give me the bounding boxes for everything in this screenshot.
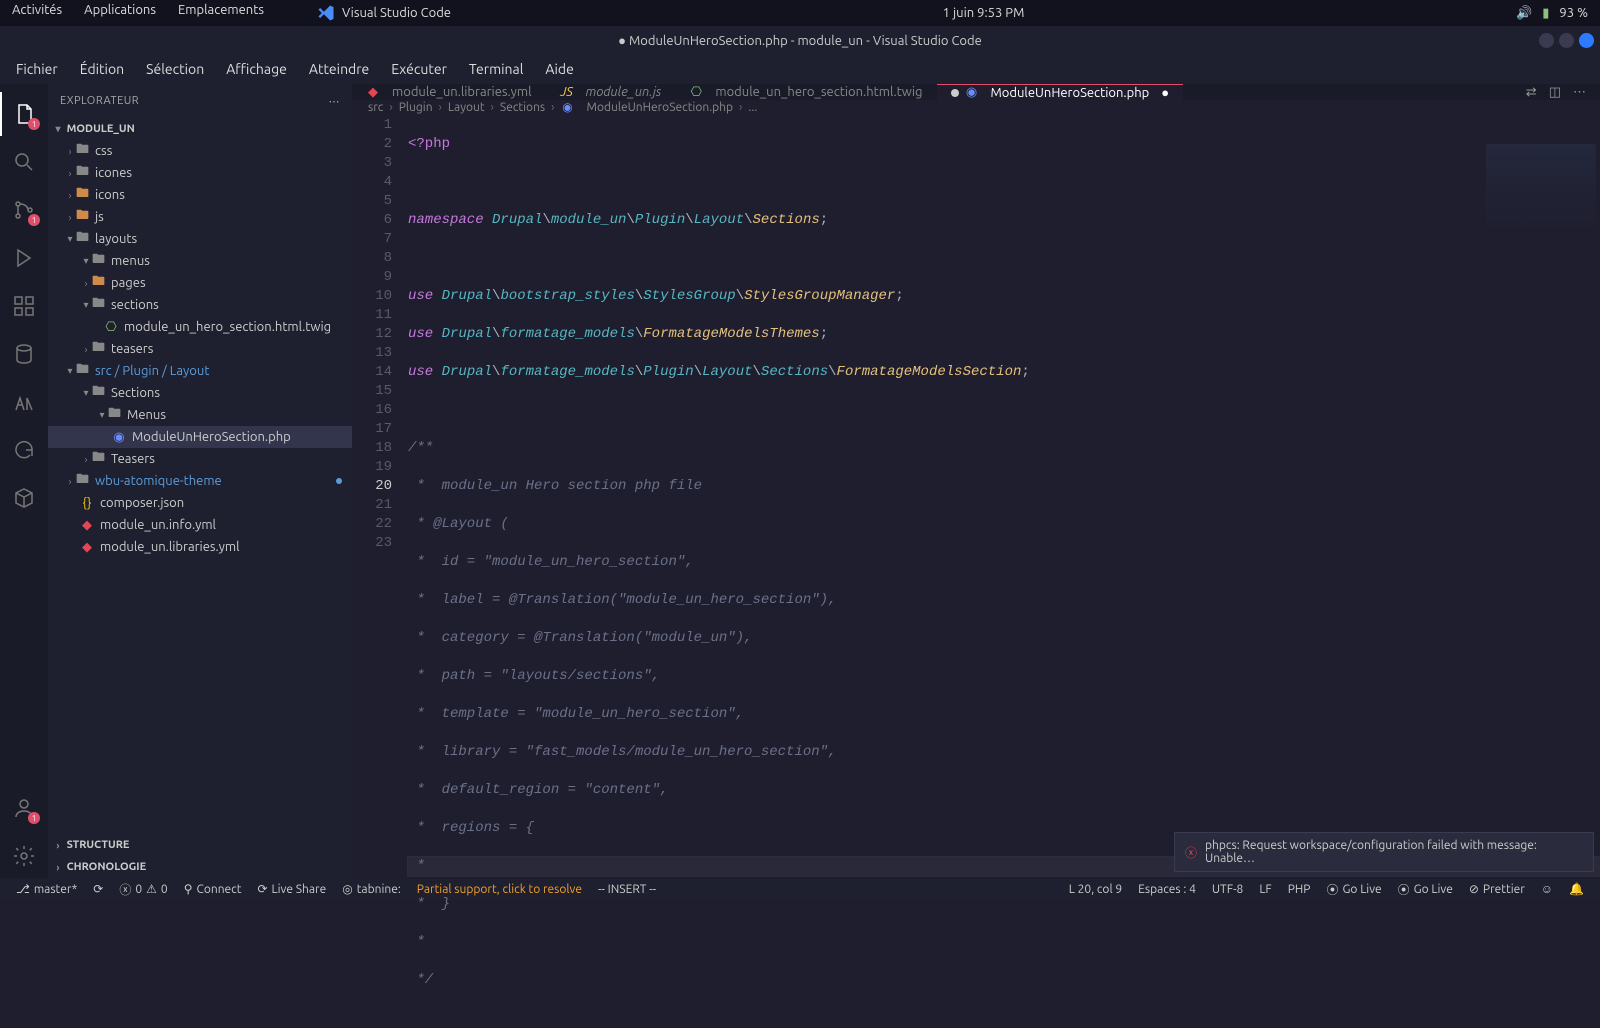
- folder-menus[interactable]: ▾🖿menus: [48, 250, 352, 272]
- project-header[interactable]: ▾ MODULE_UN: [48, 118, 352, 140]
- code-editor[interactable]: 1234567891011121314151617181920212223 <?…: [352, 114, 1600, 1028]
- menu-terminal[interactable]: Terminal: [459, 57, 534, 81]
- error-icon: ⓧ: [1185, 844, 1197, 861]
- menu-view[interactable]: Affichage: [216, 57, 297, 81]
- activity-source-control[interactable]: 1: [0, 188, 48, 232]
- activity-extensions[interactable]: [0, 284, 48, 328]
- folder-layouts[interactable]: ▾🖿layouts: [48, 228, 352, 250]
- tab-hero-twig[interactable]: ⎔module_un_hero_section.html.twig: [675, 84, 936, 100]
- window-maximize-button[interactable]: [1559, 33, 1574, 48]
- minimap[interactable]: [1486, 144, 1596, 234]
- activity-account[interactable]: 1: [0, 786, 48, 830]
- status-branch[interactable]: ⎇master*: [8, 882, 85, 896]
- explorer-more-icon[interactable]: ⋯: [329, 95, 341, 108]
- folder-teasers-cap[interactable]: ›🖿Teasers: [48, 448, 352, 470]
- code-content[interactable]: <?php namespace Drupal\module_un\Plugin\…: [408, 114, 1600, 1028]
- activity-run-debug[interactable]: [0, 236, 48, 280]
- menu-bar: Fichier Édition Sélection Affichage Atte…: [0, 54, 1600, 84]
- chronologie-header[interactable]: › CHRONOLOGIE: [48, 856, 352, 878]
- window-title: ● ModuleUnHeroSection.php - module_un - …: [618, 33, 982, 48]
- scm-badge: 1: [28, 214, 40, 226]
- error-count-icon: ⓧ: [119, 881, 131, 898]
- file-libyml[interactable]: ◆module_un.libraries.yml: [48, 536, 352, 558]
- tab-module-js[interactable]: JSmodule_un.js: [546, 84, 676, 100]
- menu-help[interactable]: Aide: [535, 57, 583, 81]
- account-badge: 1: [28, 812, 40, 824]
- structure-header[interactable]: › STRUCTURE: [48, 834, 352, 856]
- activity-ai[interactable]: [0, 380, 48, 424]
- battery-percent: 93 %: [1559, 6, 1588, 20]
- explorer-badge: 1: [28, 118, 40, 130]
- topbar-activities[interactable]: Activités: [12, 3, 62, 23]
- file-hero-php[interactable]: ◉ModuleUnHeroSection.php: [48, 426, 352, 448]
- window-close-button[interactable]: [1579, 33, 1594, 48]
- window-titlebar: ● ModuleUnHeroSection.php - module_un - …: [0, 26, 1600, 54]
- volume-icon[interactable]: 🔊: [1516, 6, 1532, 21]
- vscode-icon: [316, 3, 336, 23]
- topbar-datetime[interactable]: 1 juin 9:53 PM: [451, 6, 1516, 20]
- file-composer[interactable]: {}composer.json: [48, 492, 352, 514]
- folder-sections-cap[interactable]: ▾🖿Sections: [48, 382, 352, 404]
- activity-sync[interactable]: [0, 428, 48, 472]
- tab-bar: ◆module_un.libraries.yml JSmodule_un.js …: [352, 84, 1600, 100]
- file-infoyml[interactable]: ◆module_un.info.yml: [48, 514, 352, 536]
- file-tree: ›🖿css ›🖿icones ›🖿icons ›🖿js ▾🖿layouts ▾🖿…: [48, 140, 352, 834]
- breadcrumb[interactable]: src› Plugin› Layout› Sections› ◉ModuleUn…: [352, 100, 1600, 114]
- folder-srcpath[interactable]: ▾🖿src / Plugin / Layout: [48, 360, 352, 382]
- tab-hero-php[interactable]: ◉ModuleUnHeroSection.php●: [937, 84, 1184, 100]
- status-problems[interactable]: ⓧ0 ⚠0: [111, 881, 175, 898]
- folder-wbu[interactable]: ›🖿wbu-atomique-theme: [48, 470, 352, 492]
- folder-icons[interactable]: ›🖿icons: [48, 184, 352, 206]
- folder-menus-cap[interactable]: ▾🖿Menus: [48, 404, 352, 426]
- menu-go[interactable]: Atteindre: [299, 57, 379, 81]
- battery-icon[interactable]: ▮: [1542, 6, 1549, 21]
- menu-edit[interactable]: Édition: [70, 57, 134, 81]
- liveshare-icon: ⟳: [257, 882, 267, 896]
- compare-changes-icon[interactable]: ⇄: [1526, 85, 1537, 100]
- folder-js[interactable]: ›🖿js: [48, 206, 352, 228]
- menu-run[interactable]: Exécuter: [381, 57, 457, 81]
- status-sync[interactable]: ⟳: [85, 882, 111, 896]
- topbar-applications[interactable]: Applications: [84, 3, 156, 23]
- notification-toast[interactable]: ⓧ phpcs: Request workspace/configuration…: [1174, 832, 1594, 872]
- git-branch-icon: ⎇: [16, 882, 30, 896]
- menu-selection[interactable]: Sélection: [136, 57, 214, 81]
- explorer-title: EXPLORATEUR: [60, 95, 139, 107]
- activity-db[interactable]: [0, 332, 48, 376]
- notification-text: phpcs: Request workspace/configuration f…: [1205, 839, 1583, 865]
- folder-css[interactable]: ›🖿css: [48, 140, 352, 162]
- topbar-places[interactable]: Emplacements: [178, 3, 264, 23]
- menu-file[interactable]: Fichier: [6, 57, 68, 81]
- gnome-topbar: Activités Applications Emplacements Visu…: [0, 0, 1600, 26]
- editor-area: ◆module_un.libraries.yml JSmodule_un.js …: [352, 84, 1600, 878]
- status-liveshare[interactable]: ⟳Live Share: [249, 882, 334, 896]
- explorer-sidebar: EXPLORATEUR ⋯ ▾ MODULE_UN ›🖿css ›🖿icones…: [48, 84, 352, 878]
- activity-bar: 1 1 1: [0, 84, 48, 878]
- plug-icon: ⚲: [184, 882, 193, 896]
- topbar-current-app[interactable]: Visual Studio Code: [316, 3, 451, 23]
- unsaved-dot-icon: [951, 89, 959, 97]
- activity-explorer[interactable]: 1: [0, 92, 48, 136]
- file-hero-twig[interactable]: ⎔module_un_hero_section.html.twig: [48, 316, 352, 338]
- activity-settings[interactable]: [0, 834, 48, 878]
- status-connect[interactable]: ⚲Connect: [176, 882, 250, 896]
- split-editor-icon[interactable]: ◫: [1549, 85, 1561, 100]
- folder-icones[interactable]: ›🖿icones: [48, 162, 352, 184]
- line-gutter: 1234567891011121314151617181920212223: [352, 114, 408, 1028]
- folder-pages[interactable]: ›🖿pages: [48, 272, 352, 294]
- warn-count-icon: ⚠: [146, 882, 157, 896]
- tab-more-icon[interactable]: ⋯: [1573, 85, 1586, 100]
- folder-teasers[interactable]: ›🖿teasers: [48, 338, 352, 360]
- activity-search[interactable]: [0, 140, 48, 184]
- tab-libraries-yml[interactable]: ◆module_un.libraries.yml: [352, 84, 546, 100]
- activity-cube[interactable]: [0, 476, 48, 520]
- window-minimize-button[interactable]: [1539, 33, 1554, 48]
- folder-sections[interactable]: ▾🖿sections: [48, 294, 352, 316]
